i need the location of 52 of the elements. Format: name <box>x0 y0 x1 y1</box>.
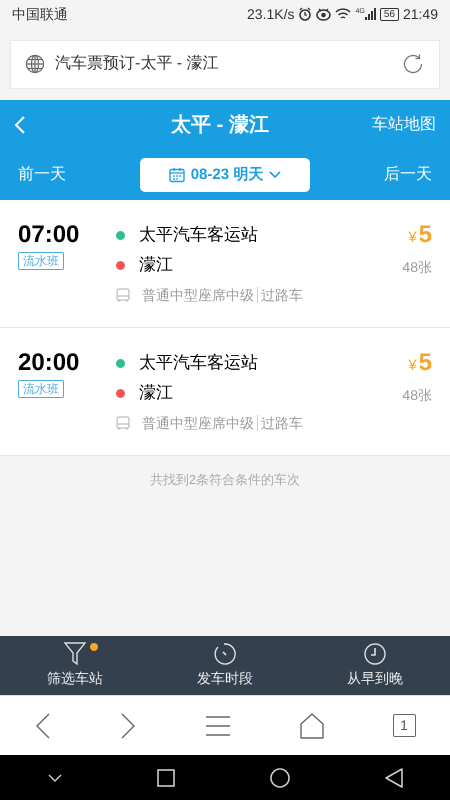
timer-icon <box>213 642 237 666</box>
home-icon[interactable] <box>300 712 324 738</box>
toolbar-button[interactable]: 发车时段 <box>150 636 300 695</box>
result-count: 共找到2条符合条件的车次 <box>150 471 300 490</box>
toolbar-button[interactable]: 从早到晚 <box>300 636 450 695</box>
seat-class: 普通中型座席中级 <box>142 286 254 304</box>
globe-icon <box>25 54 45 74</box>
forward-icon[interactable] <box>120 712 136 738</box>
clock-time: 21:49 <box>402 4 438 24</box>
alarm-icon <box>298 7 312 21</box>
menu-icon[interactable] <box>204 714 230 736</box>
trip-card[interactable]: 07:00 流水班 太平汽车客运站 濛江 普通中型座席中级 过路车 ¥5 48张 <box>0 200 450 328</box>
hide-icon[interactable] <box>48 774 62 782</box>
seats-left: 48张 <box>402 258 432 277</box>
calendar-icon <box>168 167 185 183</box>
currency-sign: ¥ <box>408 228 417 248</box>
stop-name: 太平汽车客运站 <box>139 352 258 374</box>
seats-left: 48张 <box>402 386 432 405</box>
departure-time: 07:00 <box>18 220 80 250</box>
departure-time: 20:00 <box>18 348 80 378</box>
stop-name: 太平汽车客运站 <box>139 224 258 246</box>
stop-name: 濛江 <box>139 382 173 404</box>
carrier-name: 中国联通 <box>12 4 68 24</box>
refresh-icon[interactable] <box>401 52 425 76</box>
route-title: 太平 - 濛江 <box>170 113 270 138</box>
toolbar-button[interactable]: 筛选车站 <box>0 636 150 695</box>
back-icon[interactable] <box>34 712 50 738</box>
signal-icon <box>364 8 376 20</box>
page-title: 汽车票预订-太平 - 濛江 <box>55 54 220 74</box>
caret-icon <box>269 171 282 179</box>
tabs-button[interactable]: 1 <box>392 714 416 737</box>
route-type: 过路车 <box>261 286 303 304</box>
address-field[interactable]: 汽车票预订-太平 - 濛江 <box>10 40 440 88</box>
seat-class: 普通中型座席中级 <box>142 414 254 432</box>
route-type: 过路车 <box>261 414 303 432</box>
trip-type-tag: 流水班 <box>18 380 64 398</box>
ticket-price: 5 <box>418 220 432 250</box>
clock-icon <box>363 642 387 666</box>
battery-level: 56 <box>380 8 399 20</box>
bus-icon <box>116 288 130 302</box>
stop-name: 濛江 <box>139 254 173 276</box>
ticket-price: 5 <box>418 348 432 378</box>
recents-icon[interactable] <box>156 768 174 786</box>
bus-icon <box>116 416 130 430</box>
filter-icon <box>64 642 86 666</box>
trip-card[interactable]: 20:00 流水班 太平汽车客运站 濛江 普通中型座席中级 过路车 ¥5 48张 <box>0 328 450 456</box>
back-icon <box>14 115 26 135</box>
currency-sign: ¥ <box>408 356 417 376</box>
eye-icon <box>316 7 332 21</box>
network-speed: 23.1K/s <box>247 4 294 24</box>
trip-type-tag: 流水班 <box>18 252 64 270</box>
wifi-icon <box>335 7 352 21</box>
